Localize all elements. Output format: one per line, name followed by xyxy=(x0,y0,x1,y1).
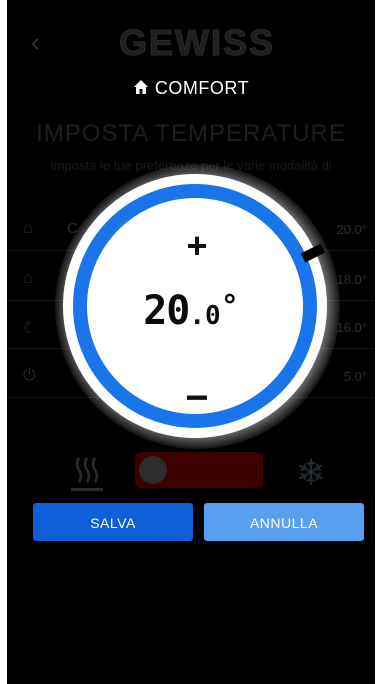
temperature-decimal: .0 xyxy=(189,301,221,331)
temperature-readout: 20.0° xyxy=(7,288,375,334)
mode-value: 18.0° xyxy=(336,272,367,287)
increase-button[interactable]: + xyxy=(183,228,211,264)
modal-mode-label: COMFORT xyxy=(154,78,250,98)
home-outline-icon: ⌂ xyxy=(23,270,33,287)
home-icon xyxy=(133,80,148,94)
chevron-left-icon: ‹ xyxy=(31,27,40,57)
home-icon: ⌂ xyxy=(23,220,33,237)
power-icon: ⏻ xyxy=(23,367,36,384)
save-button[interactable]: SALVA xyxy=(33,503,193,541)
mode-value: 5.0° xyxy=(343,369,367,384)
modal-header: COMFORT xyxy=(7,78,375,99)
cancel-button[interactable]: ANNULLA xyxy=(204,503,364,541)
page-title: IMPOSTA TEMPERATURE xyxy=(36,120,346,147)
temperature-integer: 20 xyxy=(143,288,190,334)
decrease-button[interactable]: − xyxy=(183,378,211,418)
mode-toggle[interactable] xyxy=(135,452,263,488)
toggle-knob[interactable] xyxy=(139,456,167,484)
app-screen: ‹ GEWISS IMPOSTA TEMPERATURE Imposta le … xyxy=(7,0,375,684)
back-button[interactable]: ‹ xyxy=(31,27,51,57)
brand-logo: GEWISS xyxy=(118,22,276,63)
mode-selector: ❄ xyxy=(7,448,375,498)
degree-symbol: ° xyxy=(220,289,239,324)
heat-icon[interactable] xyxy=(67,452,107,494)
mode-value: 20.0° xyxy=(336,222,367,237)
snowflake-icon[interactable]: ❄ xyxy=(291,452,331,494)
